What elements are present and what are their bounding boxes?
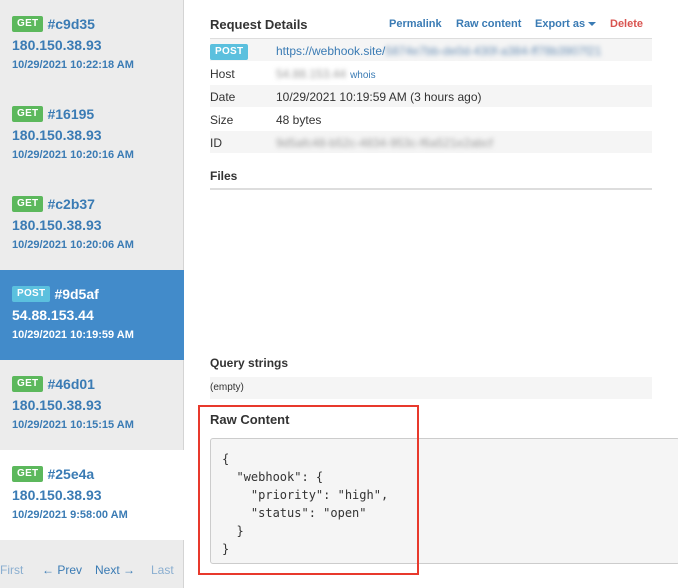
request-ip: 180.150.38.93 (12, 37, 102, 53)
request-time: 10/29/2021 9:58:00 AM (12, 509, 128, 521)
request-time: 10/29/2021 10:20:16 AM (12, 149, 134, 161)
pager-prev[interactable]: ← Prev (42, 563, 82, 577)
request-time: 10/29/2021 10:15:15 AM (12, 419, 134, 431)
request-ip: 54.88.153.44 (12, 307, 94, 323)
size-label: Size (210, 113, 234, 127)
method-badge: POST (210, 44, 249, 60)
query-strings-title: Query strings (210, 356, 289, 370)
permalink-link[interactable]: Permalink (389, 18, 442, 30)
request-item[interactable]: GET #16195 180.150.38.93 10/29/2021 10:20… (0, 90, 184, 180)
date-label: Date (210, 90, 236, 104)
whois-link[interactable]: whois (350, 70, 376, 81)
highlight-box (198, 405, 419, 575)
id-value: 9d5afc48-b52c-4834-953c-f6a521e2abcf (276, 136, 493, 150)
id-label: ID (210, 136, 222, 150)
request-item[interactable]: GET #c2b37 180.150.38.93 10/29/2021 10:20… (0, 180, 184, 270)
delete-link[interactable]: Delete (610, 18, 643, 30)
request-ip: 180.150.38.93 (12, 487, 102, 503)
request-sidebar: GET #c9d35 180.150.38.93 10/29/2021 10:22… (0, 0, 184, 588)
date-value: 10/29/2021 10:19:59 AM (3 hours ago) (276, 90, 482, 104)
request-item-active[interactable]: POST #9d5af 54.88.153.44 10/29/2021 10:19… (0, 270, 184, 360)
pager-next[interactable]: Next → (95, 563, 135, 577)
method-badge: GET (12, 196, 44, 212)
request-id: #46d01 (47, 376, 95, 392)
method-badge: GET (12, 376, 44, 392)
raw-content-link[interactable]: Raw content (456, 18, 521, 30)
request-url[interactable]: https://webhook.site/5874e7bb-de0d-430f-… (276, 44, 601, 58)
request-id: #9d5af (54, 286, 99, 302)
details-table: POST https://webhook.site/5874e7bb-de0d-… (210, 38, 652, 154)
request-ip: 180.150.38.93 (12, 397, 102, 413)
request-id: #16195 (47, 106, 95, 122)
table-row: ID 9d5afc48-b52c-4834-953c-f6a521e2abcf (210, 131, 652, 154)
request-time: 10/29/2021 10:20:06 AM (12, 239, 134, 251)
request-id: #c2b37 (47, 196, 95, 212)
pager-last[interactable]: Last (151, 563, 174, 577)
host-value: 54.88.153.44 (276, 67, 347, 81)
export-dropdown[interactable]: Export as (535, 18, 597, 30)
url-prefix: https://webhook.site/ (276, 44, 386, 58)
request-ip: 180.150.38.93 (12, 217, 102, 233)
export-label: Export as (535, 18, 586, 30)
request-time: 10/29/2021 10:22:18 AM (12, 59, 134, 71)
method-badge: GET (12, 466, 44, 482)
table-row: Size 48 bytes (210, 108, 652, 131)
table-row: Date 10/29/2021 10:19:59 AM (3 hours ago… (210, 85, 652, 108)
details-header: Request Details Permalink Raw content Ex… (210, 17, 652, 37)
method-badge: POST (12, 286, 51, 302)
request-item[interactable]: GET #c9d35 180.150.38.93 10/29/2021 10:22… (0, 0, 184, 90)
table-row: Host 54.88.153.44 whois (210, 62, 652, 85)
size-value: 48 bytes (276, 113, 322, 127)
request-id: #c9d35 (47, 16, 95, 32)
caret-down-icon (588, 22, 597, 27)
url-token: 5874e7bb-de0d-430f-a384-ff78b3907f21 (385, 44, 602, 58)
method-badge: GET (12, 106, 44, 122)
request-id: #25e4a (47, 466, 95, 482)
request-time: 10/29/2021 10:19:59 AM (12, 329, 134, 341)
method-badge: GET (12, 16, 44, 32)
request-ip: 180.150.38.93 (12, 127, 102, 143)
details-title: Request Details (210, 17, 308, 32)
table-row: POST https://webhook.site/5874e7bb-de0d-… (210, 39, 652, 62)
query-strings-value: (empty) (210, 377, 652, 399)
files-title: Files (210, 169, 652, 190)
pager-first[interactable]: First (0, 563, 23, 577)
request-item[interactable]: GET #46d01 180.150.38.93 10/29/2021 10:15… (0, 360, 184, 450)
request-item[interactable]: GET #25e4a 180.150.38.93 10/29/2021 9:58:… (0, 450, 184, 540)
host-label: Host (210, 67, 235, 81)
